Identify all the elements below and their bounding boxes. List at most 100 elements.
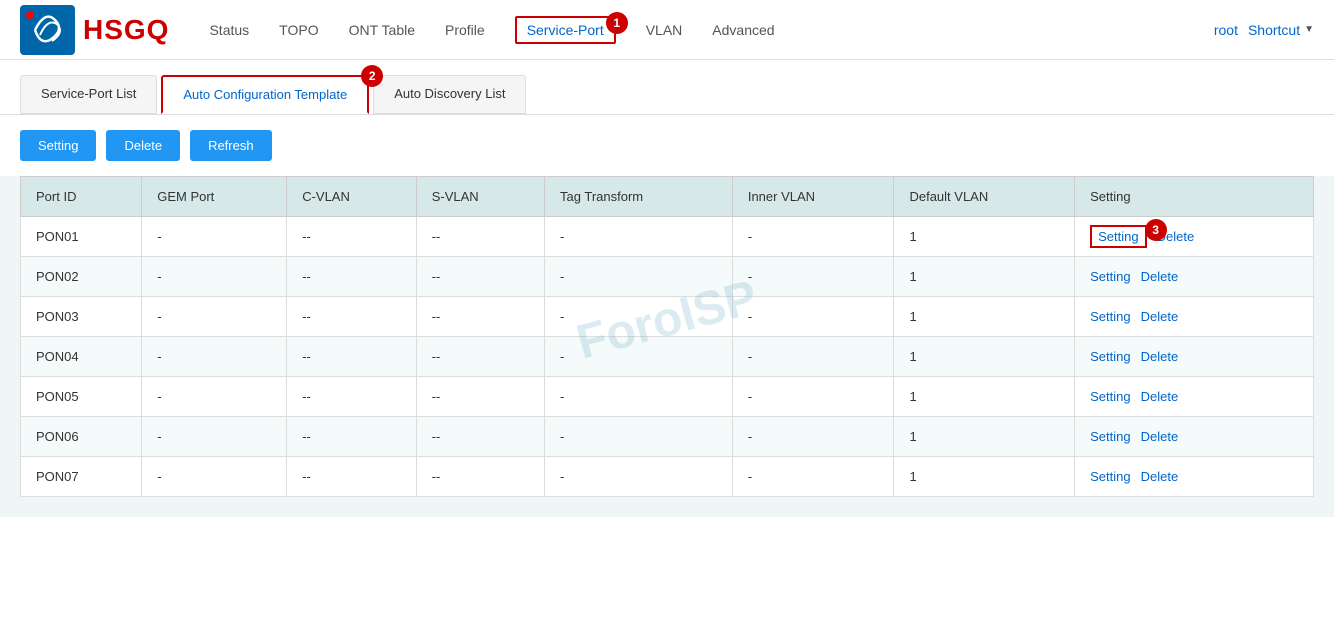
cell-port-id: PON07 [21,457,142,497]
nav-profile[interactable]: Profile [445,18,485,42]
cell-actions: Setting Delete [1075,297,1314,337]
cell-gem-port: - [142,257,287,297]
cell-tag-transform: - [545,257,733,297]
cell-c-vlan: -- [287,337,417,377]
cell-tag-transform: - [545,217,733,257]
cell-s-vlan: -- [416,457,544,497]
cell-gem-port: - [142,417,287,457]
nav-ont-table[interactable]: ONT Table [349,18,415,42]
data-table: Port ID GEM Port C-VLAN S-VLAN Tag Trans… [20,176,1314,497]
nav-service-port[interactable]: Service-Port [515,16,616,44]
toolbar: Setting Delete Refresh [0,115,1334,176]
table-row: PON06-------1SettingDelete [21,417,1314,457]
logo-icon [20,5,75,55]
row-setting-link[interactable]: Setting [1090,429,1130,444]
tab-auto-discovery-list[interactable]: Auto Discovery List [373,75,526,114]
cell-inner-vlan: - [732,337,894,377]
table-row: PON01-------1Setting3Delete [21,217,1314,257]
row-setting-link[interactable]: Setting [1090,269,1130,284]
cell-inner-vlan: - [732,457,894,497]
table-body: PON01-------1Setting3DeletePON02-------1… [21,217,1314,497]
col-tag-transform: Tag Transform [545,177,733,217]
table-row: PON03-------1SettingDelete [21,297,1314,337]
row-setting-link[interactable]: Setting [1090,309,1130,324]
cell-s-vlan: -- [416,217,544,257]
cell-default-vlan: 1 [894,377,1075,417]
cell-port-id: PON06 [21,417,142,457]
cell-c-vlan: -- [287,297,417,337]
cell-actions: Setting Delete [1075,337,1314,377]
nav-vlan[interactable]: VLAN [646,18,683,42]
cell-port-id: PON04 [21,337,142,377]
table-row: PON07-------1SettingDelete [21,457,1314,497]
nav-user[interactable]: root [1214,18,1238,42]
table-container: Port ID GEM Port C-VLAN S-VLAN Tag Trans… [0,176,1334,517]
cell-default-vlan: 1 [894,217,1075,257]
nav-topo[interactable]: TOPO [279,18,318,42]
cell-inner-vlan: - [732,297,894,337]
table-row: PON04-------1SettingDelete [21,337,1314,377]
refresh-button[interactable]: Refresh [190,130,272,161]
nav-shortcut-dropdown[interactable]: Shortcut ▼ [1248,18,1314,42]
tab-auto-configuration-template[interactable]: Auto Configuration Template [161,75,369,114]
nav-shortcut: Shortcut [1248,18,1300,42]
setting-button[interactable]: Setting [20,130,96,161]
cell-port-id: PON01 [21,217,142,257]
cell-s-vlan: -- [416,257,544,297]
nav-status[interactable]: Status [209,18,249,42]
cell-actions: Setting Delete [1075,257,1314,297]
cell-default-vlan: 1 [894,337,1075,377]
cell-tag-transform: - [545,417,733,457]
row-delete-link[interactable]: Delete [1141,309,1179,324]
cell-inner-vlan: - [732,217,894,257]
header: HSGQ Status TOPO ONT Table Profile Servi… [0,0,1334,60]
table-header-row: Port ID GEM Port C-VLAN S-VLAN Tag Trans… [21,177,1314,217]
col-gem-port: GEM Port [142,177,287,217]
cell-gem-port: - [142,377,287,417]
col-inner-vlan: Inner VLAN [732,177,894,217]
row-setting-link[interactable]: Setting [1090,349,1130,364]
row-delete-link[interactable]: Delete [1141,349,1179,364]
cell-s-vlan: -- [416,297,544,337]
cell-gem-port: - [142,337,287,377]
cell-default-vlan: 1 [894,457,1075,497]
cell-actions: Setting Delete [1075,457,1314,497]
cell-gem-port: - [142,457,287,497]
col-s-vlan: S-VLAN [416,177,544,217]
cell-actions: Setting3Delete [1075,217,1314,257]
tab-service-port-list[interactable]: Service-Port List [20,75,157,114]
delete-button[interactable]: Delete [106,130,180,161]
cell-tag-transform: - [545,297,733,337]
chevron-down-icon: ▼ [1304,24,1314,35]
row-delete-link[interactable]: Delete [1141,269,1179,284]
cell-c-vlan: -- [287,457,417,497]
cell-default-vlan: 1 [894,257,1075,297]
cell-c-vlan: -- [287,217,417,257]
cell-inner-vlan: - [732,377,894,417]
table-row: PON02-------1SettingDelete [21,257,1314,297]
row-setting-link[interactable]: Setting [1090,469,1130,484]
cell-actions: Setting Delete [1075,417,1314,457]
row-setting-link[interactable]: Setting [1090,225,1146,248]
row-delete-link[interactable]: Delete [1141,469,1179,484]
nav-advanced[interactable]: Advanced [712,18,774,42]
cell-c-vlan: -- [287,377,417,417]
cell-tag-transform: - [545,457,733,497]
col-default-vlan: Default VLAN [894,177,1075,217]
row-delete-link[interactable]: Delete [1141,389,1179,404]
cell-inner-vlan: - [732,257,894,297]
cell-tag-transform: - [545,377,733,417]
row-delete-link[interactable]: Delete [1141,429,1179,444]
col-setting: Setting [1075,177,1314,217]
cell-inner-vlan: - [732,417,894,457]
row-setting-link[interactable]: Setting [1090,389,1130,404]
cell-default-vlan: 1 [894,417,1075,457]
tabs-bar: Service-Port List Auto Configuration Tem… [0,60,1334,115]
table-header: Port ID GEM Port C-VLAN S-VLAN Tag Trans… [21,177,1314,217]
badge-3: 3 [1145,219,1167,241]
nav-service-port-container: Service-Port 1 [515,22,616,38]
cell-default-vlan: 1 [894,297,1075,337]
table-row: PON05-------1SettingDelete [21,377,1314,417]
nav-right: root Shortcut ▼ [1214,18,1314,42]
cell-s-vlan: -- [416,377,544,417]
